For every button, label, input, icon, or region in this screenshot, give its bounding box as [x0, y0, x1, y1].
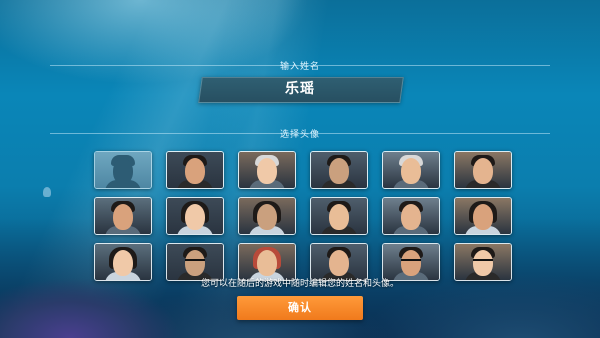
- avatar-option-10[interactable]: [310, 197, 368, 235]
- avatar-option-1[interactable]: [94, 151, 152, 189]
- avatar-option-6[interactable]: [454, 151, 512, 189]
- jellyfish-decoration: [43, 187, 51, 197]
- avatar-option-2[interactable]: [166, 151, 224, 189]
- avatar-option-7[interactable]: [94, 197, 152, 235]
- avatar-option-8[interactable]: [166, 197, 224, 235]
- name-input[interactable]: 乐瑶: [200, 77, 400, 101]
- avatar-option-4[interactable]: [310, 151, 368, 189]
- avatar-option-12[interactable]: [454, 197, 512, 235]
- avatar-option-5[interactable]: [382, 151, 440, 189]
- avatar-section-label: 选择头像: [279, 130, 320, 140]
- avatar-option-9[interactable]: [238, 197, 296, 235]
- avatar-option-3[interactable]: [238, 151, 296, 189]
- avatar-option-11[interactable]: [382, 197, 440, 235]
- hint-text: 您可以在随后的游戏中随时编辑您的姓名和头像。: [200, 279, 399, 289]
- confirm-button[interactable]: 确认: [237, 296, 363, 320]
- name-section-label: 输入姓名: [279, 62, 320, 72]
